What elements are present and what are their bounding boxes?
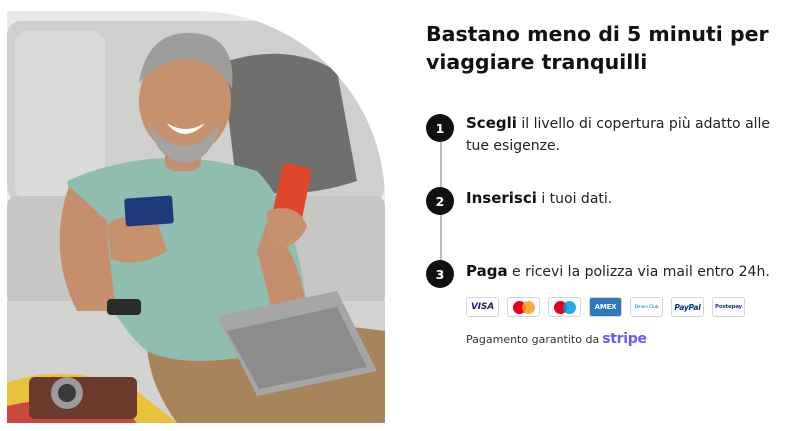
step-text: Inserisci i tuoi dati. bbox=[466, 187, 796, 210]
step-description: i tuoi dati. bbox=[536, 191, 613, 207]
diners-club-logo: Diners Club bbox=[630, 297, 663, 317]
payment-guarantee: Pagamento garantito da stripe bbox=[466, 331, 647, 347]
paypal-logo: PayPal bbox=[671, 297, 704, 317]
step-text: Scegli il livello di copertura più adatt… bbox=[466, 112, 796, 157]
step-number: 2 bbox=[426, 187, 454, 215]
step-description: e ricevi la polizza via mail entro 24h. bbox=[507, 264, 770, 280]
hero-photo-illustration bbox=[7, 11, 385, 423]
step-keyword: Inserisci bbox=[466, 189, 537, 207]
mastercard-logo bbox=[507, 297, 540, 317]
step-number: 3 bbox=[426, 260, 454, 288]
step-keyword: Scegli bbox=[466, 114, 517, 132]
amex-logo: AMEX bbox=[589, 297, 622, 317]
stripe-logo: stripe bbox=[602, 331, 647, 347]
step-keyword: Paga bbox=[466, 262, 508, 280]
maestro-logo bbox=[548, 297, 581, 317]
steps-list: 1 Scegli il livello di copertura più ada… bbox=[426, 112, 798, 292]
step-number: 1 bbox=[426, 114, 454, 142]
hero-photo bbox=[7, 11, 385, 423]
postepay-logo: Postepay bbox=[712, 297, 745, 317]
step-text: Paga e ricevi la polizza via mail entro … bbox=[466, 260, 796, 283]
visa-logo: VISA bbox=[466, 297, 499, 317]
page-title: Bastano meno di 5 minuti per viaggiare t… bbox=[426, 22, 769, 74]
payment-note: Pagamento garantito da bbox=[466, 333, 600, 346]
